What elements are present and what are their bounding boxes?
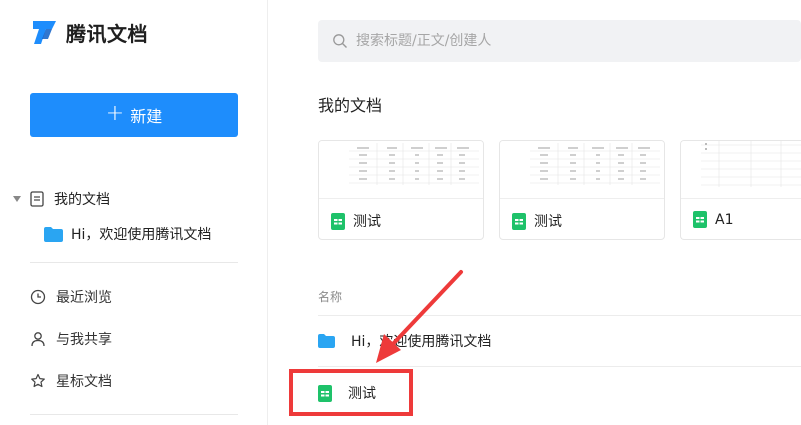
- section-title-my-docs: 我的文档: [318, 96, 383, 115]
- doc-card-footer: 测试: [331, 211, 381, 231]
- doc-card[interactable]: 测试: [318, 140, 484, 240]
- tree-item-welcome-folder[interactable]: Hi，欢迎使用腾讯文档: [44, 221, 211, 247]
- sheet-icon: [693, 211, 707, 228]
- sheet-icon: [512, 212, 526, 230]
- doc-thumbnail: [681, 141, 801, 199]
- new-document-button[interactable]: + 新建: [30, 93, 238, 137]
- folder-icon: [318, 334, 335, 348]
- list-divider: [318, 366, 801, 367]
- search-input[interactable]: [356, 33, 756, 49]
- list-divider: [318, 315, 801, 316]
- doc-card-footer: A1: [693, 211, 733, 228]
- tencent-docs-logo-icon: [30, 17, 60, 47]
- tree-item-my-docs[interactable]: 我的文档: [30, 186, 110, 212]
- search-icon: [332, 33, 348, 49]
- sidebar-item-recent[interactable]: 最近浏览: [30, 286, 112, 308]
- clock-icon: [30, 289, 46, 305]
- doc-card[interactable]: A1: [680, 140, 801, 240]
- sidebar-divider: [30, 414, 238, 415]
- sidebar-item-label: 与我共享: [56, 332, 112, 348]
- annotation-highlight-box: [289, 369, 413, 416]
- document-icon: [30, 191, 44, 207]
- tree-item-label: Hi，欢迎使用腾讯文档: [71, 227, 212, 243]
- sidebar: 腾讯文档 + 新建 我的文档 Hi，欢迎使用腾讯文档 最近浏览 与我共享 星标文…: [0, 0, 268, 425]
- plus-icon: +: [105, 101, 125, 126]
- list-item-welcome-folder[interactable]: Hi，欢迎使用腾讯文档: [318, 326, 491, 356]
- column-header-name[interactable]: 名称: [318, 288, 342, 305]
- star-icon: [30, 373, 46, 389]
- sidebar-item-label: 最近浏览: [56, 290, 112, 306]
- user-icon: [30, 331, 46, 347]
- app-name: 腾讯文档: [66, 21, 148, 46]
- new-button-label: 新建: [130, 107, 163, 126]
- sheet-icon: [331, 212, 345, 230]
- folder-icon: [44, 226, 63, 242]
- list-item-name: Hi，欢迎使用腾讯文档: [351, 334, 492, 350]
- tree-item-label: 我的文档: [54, 192, 110, 208]
- doc-thumbnail: [319, 141, 483, 199]
- search-bar[interactable]: [318, 20, 801, 62]
- doc-thumbnail: [500, 141, 664, 199]
- doc-card-footer: 测试: [512, 211, 562, 231]
- sidebar-item-label: 星标文档: [56, 374, 112, 390]
- doc-card-name: 测试: [353, 214, 381, 230]
- tree-expand-caret-icon[interactable]: [13, 196, 21, 202]
- sidebar-item-shared[interactable]: 与我共享: [30, 328, 112, 350]
- doc-card-name: A1: [715, 211, 734, 228]
- doc-card-name: 测试: [534, 214, 562, 230]
- doc-card[interactable]: 测试: [499, 140, 665, 240]
- sidebar-divider: [30, 262, 238, 263]
- app-logo[interactable]: 腾讯文档: [30, 17, 148, 47]
- sidebar-item-starred[interactable]: 星标文档: [30, 370, 112, 392]
